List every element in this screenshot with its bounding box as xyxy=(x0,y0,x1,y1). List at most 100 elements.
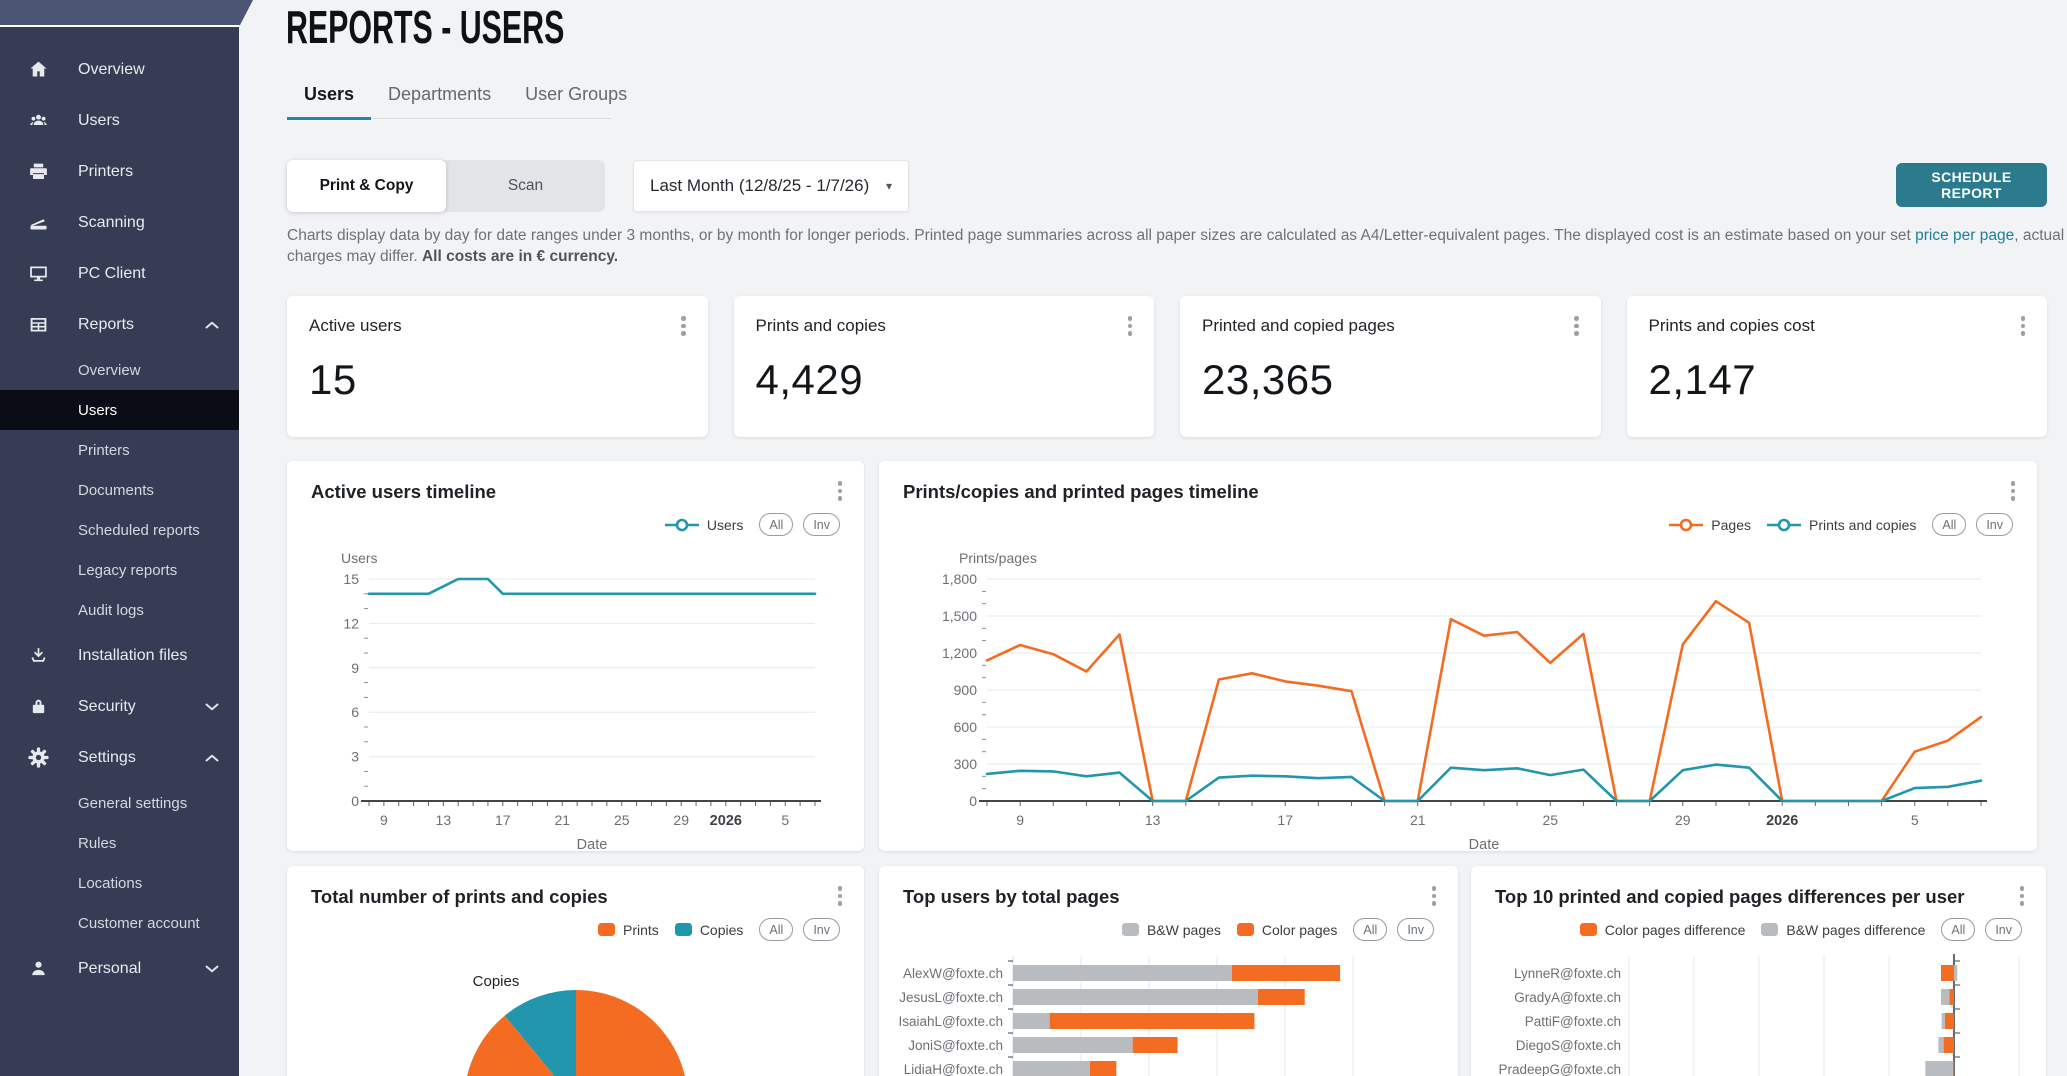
stat-card-active-users: Active users15 xyxy=(287,296,708,437)
note-bold: All costs are in € currency. xyxy=(422,248,618,265)
svg-text:1,800: 1,800 xyxy=(942,571,977,587)
legend-item-b-w-pages: B&W pages xyxy=(1122,922,1221,938)
chevron-down-icon xyxy=(205,703,219,711)
sidebar-item-printers[interactable]: Printers xyxy=(0,146,239,197)
kebab-menu-icon[interactable] xyxy=(834,477,847,505)
sidebar-item-label: Overview xyxy=(78,61,145,79)
kebab-menu-icon[interactable] xyxy=(1428,882,1441,910)
sidebar-item-locations[interactable]: Locations xyxy=(0,863,239,903)
sidebar-item-rules[interactable]: Rules xyxy=(0,823,239,863)
svg-text:JesusL@foxte.ch: JesusL@foxte.ch xyxy=(899,990,1003,1005)
toggle-print-copy[interactable]: Print & Copy xyxy=(287,160,446,212)
sidebar-item-label: Reports xyxy=(78,316,134,334)
sidebar-item-label: Settings xyxy=(78,749,136,767)
sidebar-item-label: Printers xyxy=(78,442,130,459)
svg-text:29: 29 xyxy=(1675,812,1691,828)
sidebar-item-general-settings[interactable]: General settings xyxy=(0,783,239,823)
active-line-chart: Users036912159131721252920265Date xyxy=(307,549,844,851)
sidebar-item-users[interactable]: Users xyxy=(0,95,239,146)
legend-pill-inv[interactable]: Inv xyxy=(803,513,840,536)
sidebar-item-scanning[interactable]: Scanning xyxy=(0,197,239,248)
svg-text:0: 0 xyxy=(969,793,977,809)
stat-card-prints-and-copies-cost: Prints and copies cost2,147 xyxy=(1627,296,2048,437)
legend-item-users: Users xyxy=(665,517,744,533)
sidebar-item-installation-files[interactable]: Installation files xyxy=(0,630,239,681)
kebab-menu-icon[interactable] xyxy=(1124,312,1137,340)
chevron-up-icon xyxy=(205,321,219,329)
svg-text:PradeepG@foxte.ch: PradeepG@foxte.ch xyxy=(1498,1062,1621,1076)
schedule-report-button[interactable]: SCHEDULE REPORT xyxy=(1896,163,2047,207)
legend-pill-all[interactable]: All xyxy=(1353,918,1387,941)
sidebar-item-printers[interactable]: Printers xyxy=(0,430,239,470)
charts-note: Charts display data by day for date rang… xyxy=(287,225,2067,267)
sidebar-item-label: Customer account xyxy=(78,915,200,932)
kebab-menu-icon[interactable] xyxy=(2007,477,2020,505)
prints-chart: Prints/pages03006009001,2001,5001,800913… xyxy=(903,549,2013,851)
card-pages-differences: Top 10 printed and copied pages differen… xyxy=(1471,866,2046,1076)
sidebar-item-label: Personal xyxy=(78,960,141,978)
sidebar-nav: OverviewUsersPrintersScanningPC ClientRe… xyxy=(0,27,239,994)
sidebar-item-overview[interactable]: Overview xyxy=(0,44,239,95)
topusers-chart: AlexW@foxte.chJesusL@foxte.chIsaiahL@fox… xyxy=(899,950,1438,1076)
legend-pill-inv[interactable]: Inv xyxy=(803,918,840,941)
svg-text:AlexW@foxte.ch: AlexW@foxte.ch xyxy=(903,966,1003,981)
kebab-menu-icon[interactable] xyxy=(2016,882,2029,910)
legend-item-copies: Copies xyxy=(675,922,744,938)
svg-text:12: 12 xyxy=(343,615,359,631)
stat-card-value: 2,147 xyxy=(1649,356,2026,404)
pie-chart: Copies xyxy=(307,950,844,1076)
legend-pill-inv[interactable]: Inv xyxy=(1976,513,2013,536)
stat-card-value: 4,429 xyxy=(756,356,1133,404)
sidebar-item-personal[interactable]: Personal xyxy=(0,943,239,994)
svg-text:LidiaH@foxte.ch: LidiaH@foxte.ch xyxy=(904,1062,1003,1076)
legend-pill-all[interactable]: All xyxy=(1941,918,1975,941)
date-range-select[interactable]: Last Month (12/8/25 - 1/7/26) ▾ xyxy=(633,160,909,212)
page: OverviewUsersPrintersScanningPC ClientRe… xyxy=(0,0,2067,1076)
tab-departments[interactable]: Departments xyxy=(371,84,508,118)
sidebar-item-legacy-reports[interactable]: Legacy reports xyxy=(0,550,239,590)
sidebar-item-pc-client[interactable]: PC Client xyxy=(0,248,239,299)
sidebar-item-users[interactable]: Users xyxy=(0,390,239,430)
tab-users[interactable]: Users xyxy=(287,84,371,118)
sidebar-item-settings[interactable]: Settings xyxy=(0,732,239,783)
sidebar-item-label: Overview xyxy=(78,362,141,379)
reports-icon xyxy=(28,314,49,335)
sidebar-item-label: Scheduled reports xyxy=(78,522,200,539)
price-per-page-link[interactable]: price per page xyxy=(1915,227,2014,244)
sidebar-item-label: Scanning xyxy=(78,214,145,232)
legend-pill-inv[interactable]: Inv xyxy=(1397,918,1434,941)
legend-pill-all[interactable]: All xyxy=(759,918,793,941)
svg-text:1,200: 1,200 xyxy=(942,645,977,661)
svg-text:25: 25 xyxy=(614,812,630,828)
kebab-menu-icon[interactable] xyxy=(2017,312,2030,340)
chart-title: Prints/copies and printed pages timeline xyxy=(903,481,1259,503)
prints-line-chart: Prints/pages03006009001,2001,5001,800913… xyxy=(903,549,2013,851)
kebab-menu-icon[interactable] xyxy=(677,312,690,340)
tab-user-groups[interactable]: User Groups xyxy=(508,84,644,118)
sidebar-item-audit-logs[interactable]: Audit logs xyxy=(0,590,239,630)
sidebar-item-security[interactable]: Security xyxy=(0,681,239,732)
svg-text:29: 29 xyxy=(673,812,689,828)
svg-text:6: 6 xyxy=(351,704,359,720)
svg-text:PattiF@foxte.ch: PattiF@foxte.ch xyxy=(1525,1014,1621,1029)
sidebar-item-customer-account[interactable]: Customer account xyxy=(0,903,239,943)
svg-text:17: 17 xyxy=(1277,812,1293,828)
toggle-scan[interactable]: Scan xyxy=(446,160,605,212)
legend-pill-all[interactable]: All xyxy=(1932,513,1966,536)
legend-pill-inv[interactable]: Inv xyxy=(1985,918,2022,941)
sidebar-item-label: Audit logs xyxy=(78,602,144,619)
sidebar-item-scheduled-reports[interactable]: Scheduled reports xyxy=(0,510,239,550)
svg-text:15: 15 xyxy=(343,571,359,587)
sidebar-item-label: Users xyxy=(78,402,117,419)
main-content: REPORTS - USERS UsersDepartmentsUser Gro… xyxy=(239,0,2067,1076)
date-range-value: Last Month (12/8/25 - 1/7/26) xyxy=(650,176,869,196)
sidebar-item-documents[interactable]: Documents xyxy=(0,470,239,510)
legend-pill-all[interactable]: All xyxy=(759,513,793,536)
kebab-menu-icon[interactable] xyxy=(1570,312,1583,340)
svg-text:Prints/pages: Prints/pages xyxy=(959,550,1037,566)
sidebar-item-reports[interactable]: Reports xyxy=(0,299,239,350)
svg-text:JoniS@foxte.ch: JoniS@foxte.ch xyxy=(908,1038,1003,1053)
stat-card-title: Printed and copied pages xyxy=(1202,316,1579,336)
sidebar-item-overview[interactable]: Overview xyxy=(0,350,239,390)
kebab-menu-icon[interactable] xyxy=(834,882,847,910)
